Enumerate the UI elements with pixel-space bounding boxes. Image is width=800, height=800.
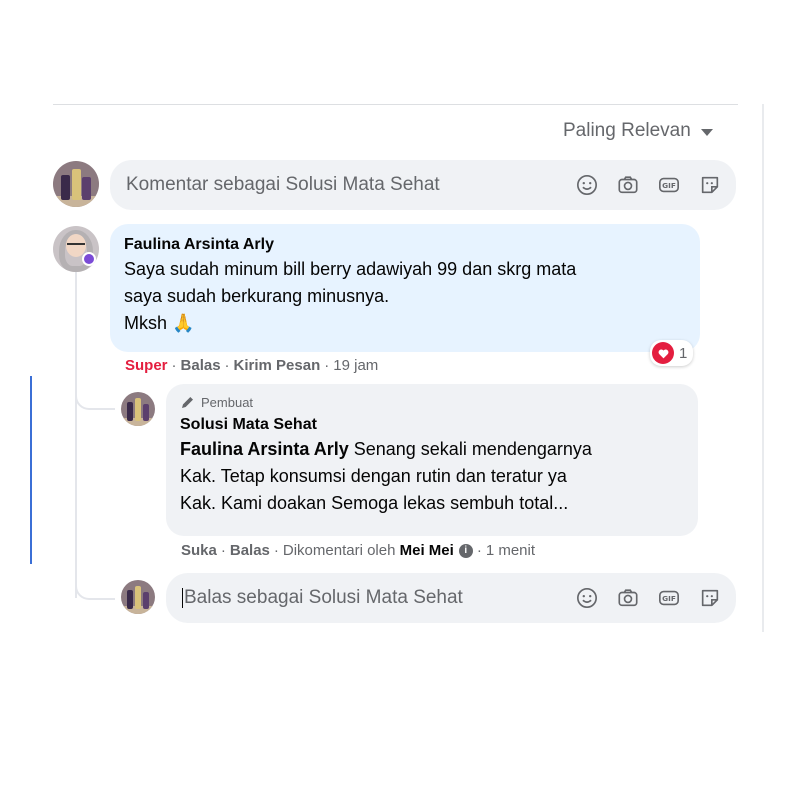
gif-icon[interactable]: GIF (657, 173, 681, 197)
reply-timestamp[interactable]: 1 menit (486, 542, 535, 559)
selection-edge (30, 376, 32, 564)
thread-connector (75, 568, 115, 600)
page-avatar[interactable] (121, 580, 155, 614)
reply-line: Senang sekali mendengarnya (353, 439, 592, 459)
reply-line: Kak. Tetap konsumsi dengan rutin dan ter… (180, 466, 567, 486)
reaction-summary[interactable]: 1 (650, 340, 694, 366)
commenter-avatar[interactable] (53, 226, 99, 272)
tagged-user[interactable]: Faulina Arsinta Arly (180, 439, 349, 459)
reply-button[interactable]: Balas (181, 357, 221, 374)
creator-badge: Pembuat (180, 394, 684, 410)
reaction-count: 1 (679, 344, 688, 362)
reply-input-placeholder: Balas sebagai Solusi Mata Sehat (182, 587, 463, 608)
sort-dropdown[interactable]: Paling Relevan (563, 120, 713, 142)
creator-label: Pembuat (201, 394, 254, 410)
svg-text:GIF: GIF (662, 181, 676, 190)
reaction-button[interactable]: Super (125, 357, 168, 374)
thread-line (75, 262, 77, 598)
comment-line: Mksh 🙏 (124, 313, 195, 333)
reply-actions: Suka · Balas · Dikomentari oleh Mei Mei … (181, 542, 536, 559)
gif-icon[interactable]: GIF (657, 586, 681, 610)
reply-bubble: Pembuat Solusi Mata Sehat Faulina Arsint… (166, 384, 698, 536)
thread-connector (75, 378, 115, 410)
info-icon[interactable]: i (458, 543, 473, 558)
comment-text: Saya sudah minum bill berry adawiyah 99 … (124, 256, 686, 337)
svg-text:GIF: GIF (662, 594, 676, 603)
sticker-icon[interactable] (698, 586, 722, 610)
sort-label: Paling Relevan (563, 120, 691, 141)
caret-down-icon (700, 128, 713, 136)
reply-author[interactable]: Solusi Mata Sehat (180, 416, 684, 434)
divider-right (762, 104, 764, 632)
reply-text: Faulina Arsinta Arly Senang sekali mende… (180, 436, 684, 517)
comment-timestamp[interactable]: 19 jam (333, 357, 378, 374)
reply-button[interactable]: Balas (230, 542, 270, 559)
comment-line: Saya sudah minum bill berry adawiyah 99 … (124, 259, 577, 279)
emoji-icon[interactable] (575, 173, 599, 197)
comment-bubble: Faulina Arsinta Arly Saya sudah minum bi… (110, 224, 700, 352)
like-button[interactable]: Suka (181, 542, 217, 559)
camera-icon[interactable] (616, 173, 640, 197)
emoji-icon[interactable] (575, 586, 599, 610)
page-avatar[interactable] (121, 392, 155, 426)
camera-icon[interactable] (616, 586, 640, 610)
heart-icon (652, 342, 674, 364)
reply-input[interactable]: Balas sebagai Solusi Mata Sehat GIF (166, 573, 736, 623)
comment-line: saya sudah berkurang minusnya. (124, 286, 390, 306)
divider-top (53, 104, 738, 105)
comment-input-placeholder: Komentar sebagai Solusi Mata Sehat (126, 174, 440, 195)
commented-by-prefix: Dikomentari oleh (282, 542, 396, 559)
text-cursor (182, 587, 183, 608)
comment-actions: Super · Balas · Kirim Pesan · 19 jam (125, 357, 379, 374)
reply-line: Kak. Kami doakan Semoga lekas sembuh tot… (180, 493, 569, 513)
comment-input[interactable]: Komentar sebagai Solusi Mata Sehat GIF (110, 160, 736, 210)
pencil-icon (182, 397, 193, 408)
commented-by-name[interactable]: Mei Mei (400, 542, 454, 559)
comment-author[interactable]: Faulina Arsinta Arly (124, 236, 686, 254)
page-avatar[interactable] (53, 161, 99, 207)
send-message-button[interactable]: Kirim Pesan (234, 357, 321, 374)
sticker-icon[interactable] (698, 173, 722, 197)
